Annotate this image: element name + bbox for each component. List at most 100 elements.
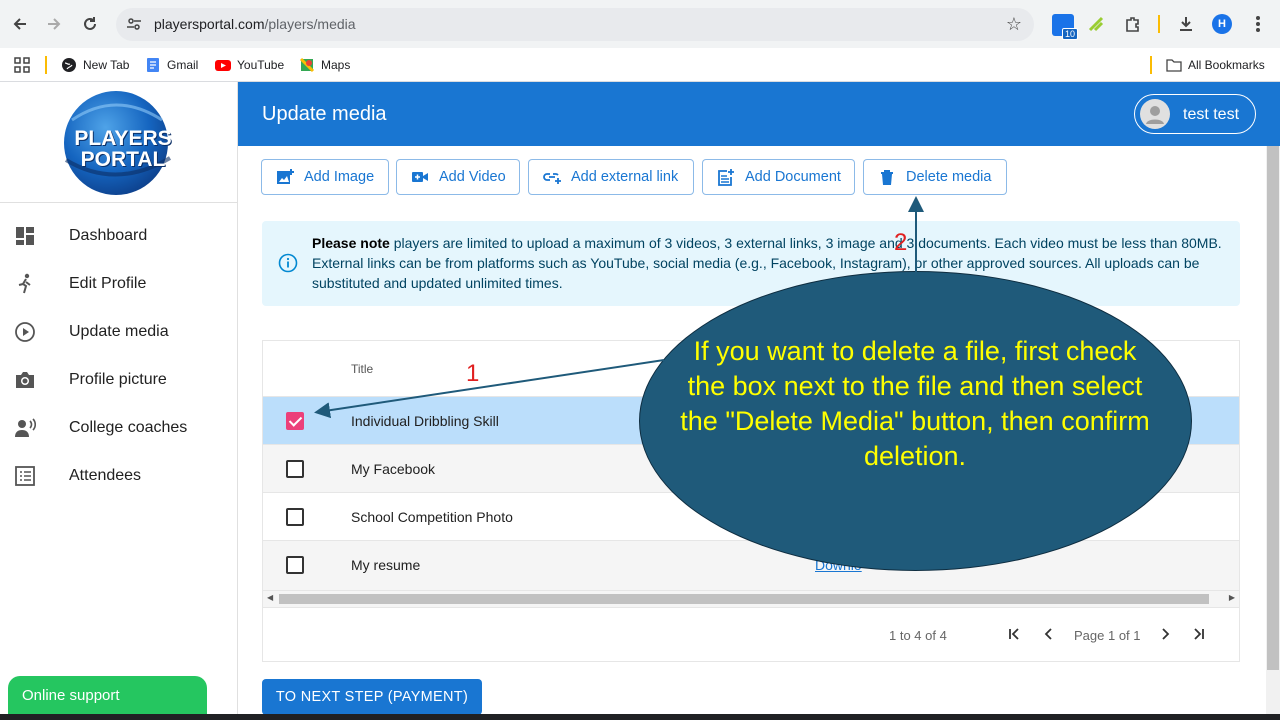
dashboard-icon [16, 227, 34, 245]
next-step-payment-button[interactable]: TO NEXT STEP (PAYMENT) [262, 679, 482, 715]
all-bookmarks[interactable]: All Bookmarks [1166, 54, 1265, 76]
extension-leaf-icon[interactable] [1084, 12, 1108, 36]
info-icon [278, 253, 298, 273]
user-menu-chip[interactable]: test test [1134, 94, 1256, 134]
sidebar-item-label: Profile picture [69, 371, 167, 388]
scroll-right-arrow-icon[interactable]: ▶ [1229, 593, 1235, 602]
post-add-icon [718, 169, 734, 186]
bookmark-label: New Tab [83, 58, 130, 72]
bookmark-maps[interactable]: Maps [299, 54, 350, 76]
logo-line-1: PLAYERS [74, 127, 172, 150]
menu-kebab-icon[interactable] [1246, 12, 1270, 36]
sidebar-item-attendees[interactable]: Attendees [0, 454, 238, 498]
user-avatar-icon [1140, 99, 1170, 129]
page-title: Update media [262, 103, 387, 125]
sidebar-item-edit-profile[interactable]: Edit Profile [0, 262, 238, 306]
page-scrollbar-thumb[interactable] [1267, 146, 1279, 670]
sidebar-item-label: Dashboard [69, 227, 148, 244]
site-settings-icon[interactable] [126, 16, 142, 32]
add-photo-icon [277, 169, 294, 184]
row-checkbox[interactable] [286, 508, 304, 526]
bookmark-label: Maps [321, 58, 351, 72]
url-text: playersportal.com/players/media [154, 16, 356, 32]
add-video-button[interactable]: Add Video [396, 159, 520, 195]
address-bar[interactable]: playersportal.com/players/media ☆ [116, 8, 1034, 41]
sidebar-item-label: Update media [69, 323, 169, 340]
apps-grid-icon[interactable] [14, 54, 30, 76]
bookmark-youtube[interactable]: YouTube [215, 54, 284, 76]
row-checkbox[interactable] [286, 412, 304, 430]
bookmark-label: Gmail [167, 58, 199, 72]
add-document-button[interactable]: Add Document [702, 159, 855, 195]
sidebar-item-label: Attendees [69, 467, 142, 484]
youtube-icon [215, 57, 231, 73]
step-number-2: 2 [894, 229, 908, 256]
step-number-1: 1 [466, 360, 480, 387]
page-header: Update media test test [238, 82, 1280, 146]
first-page-icon[interactable] [1003, 623, 1025, 645]
trash-icon [881, 170, 893, 185]
extensions-puzzle-icon[interactable] [1121, 12, 1145, 36]
profile-avatar[interactable]: H [1212, 14, 1232, 34]
row-title: My resume [351, 557, 421, 573]
row-checkbox[interactable] [286, 460, 304, 478]
row-title: Individual Dribbling Skill [351, 413, 499, 429]
table-row[interactable]: My resume Downlo [263, 541, 1239, 591]
folder-icon [1166, 57, 1182, 73]
reload-icon[interactable] [78, 12, 102, 36]
logo-line-2: PORTAL [80, 148, 166, 171]
upload-limits-alert: Please note players are limited to uploa… [262, 221, 1240, 306]
last-page-icon[interactable] [1188, 623, 1210, 645]
extension-badge-icon[interactable]: 10 [1052, 14, 1078, 40]
delete-media-button[interactable]: Delete media [863, 159, 1007, 195]
bookmark-star-icon[interactable]: ☆ [1006, 14, 1022, 35]
instruction-callout-text: If you want to delete a file, first chec… [680, 336, 1150, 471]
sidebar-item-dashboard[interactable]: Dashboard [0, 214, 238, 258]
back-arrow-icon[interactable] [8, 12, 32, 36]
all-bookmarks-label: All Bookmarks [1188, 58, 1265, 72]
row-count: 1 to 4 of 4 [889, 628, 947, 643]
table-pagination: 1 to 4 of 4 Page 1 of 1 [263, 607, 1239, 661]
user-name: test test [1183, 106, 1240, 123]
runner-icon [18, 273, 31, 294]
row-title: My Facebook [351, 461, 436, 477]
bookmarks-separator-right [1150, 56, 1152, 74]
sidebar-item-college-coaches[interactable]: College coaches [0, 406, 238, 450]
bookmarks-bar: New Tab Gmail YouTube Maps All Bookmarks [0, 48, 1280, 82]
next-page-icon[interactable] [1154, 623, 1176, 645]
logo-text: PLAYERS PORTAL [60, 128, 186, 170]
bookmark-label: YouTube [237, 58, 285, 72]
maps-pin-icon [299, 57, 315, 73]
forward-arrow-icon[interactable] [42, 12, 66, 36]
column-header-title[interactable]: Title [351, 362, 373, 376]
add-image-label: Add Image [304, 169, 375, 185]
list-icon [15, 466, 35, 486]
record-voice-icon [15, 418, 36, 437]
add-external-link-label: Add external link [571, 169, 679, 185]
delete-media-label: Delete media [906, 169, 992, 185]
download-icon[interactable] [1174, 12, 1198, 36]
sidebar: PLAYERS PORTAL Dashboard Edit Profile Up… [0, 82, 238, 720]
players-portal-logo[interactable]: PLAYERS PORTAL [52, 90, 182, 196]
table-horizontal-scrollbar[interactable]: ◀ ▶ [263, 591, 1239, 607]
camera-icon [16, 372, 34, 388]
document-icon [145, 57, 161, 73]
add-image-button[interactable]: Add Image [261, 159, 389, 195]
browser-toolbar: playersportal.com/players/media ☆ 10 H [0, 0, 1280, 48]
bookmark-gmail[interactable]: Gmail [145, 54, 198, 76]
sidebar-item-label: Edit Profile [69, 275, 147, 292]
alert-bold-text: Please note [312, 235, 390, 251]
bookmark-new-tab[interactable]: New Tab [61, 54, 129, 76]
row-title: School Competition Photo [351, 509, 513, 525]
bookmarks-separator [45, 56, 47, 74]
add-document-label: Add Document [745, 169, 841, 185]
add-external-link-button[interactable]: Add external link [528, 159, 694, 195]
horizontal-scroll-thumb[interactable] [279, 594, 1209, 604]
row-checkbox[interactable] [286, 556, 304, 574]
page-indicator: Page 1 of 1 [1074, 628, 1141, 643]
alert-body-text: players are limited to upload a maximum … [312, 235, 1222, 291]
previous-page-icon[interactable] [1038, 623, 1060, 645]
sidebar-item-update-media[interactable]: Update media [0, 310, 238, 354]
scroll-left-arrow-icon[interactable]: ◀ [267, 593, 273, 602]
sidebar-item-profile-picture[interactable]: Profile picture [0, 358, 238, 402]
